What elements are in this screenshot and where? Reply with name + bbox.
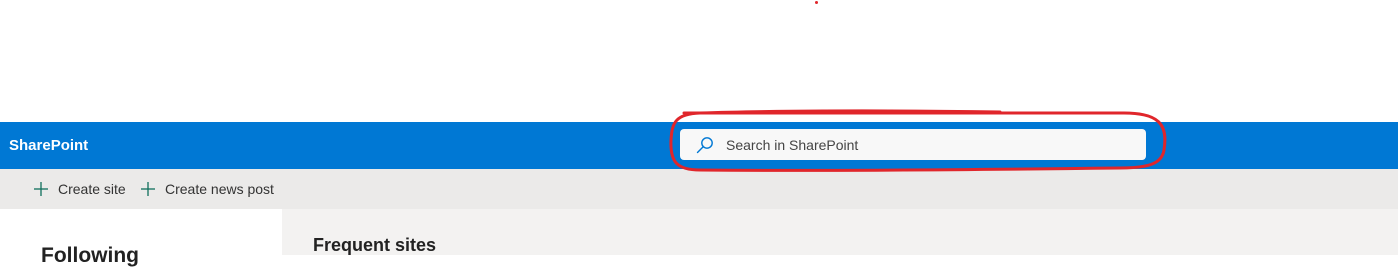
- search-icon: [696, 137, 713, 154]
- create-site-button[interactable]: Create site: [34, 169, 126, 209]
- app-name-link[interactable]: SharePoint: [9, 122, 88, 169]
- frequent-sites-heading: Frequent sites: [313, 235, 437, 255]
- suite-bar: SharePoint: [0, 122, 1398, 169]
- search-box[interactable]: [680, 129, 1146, 160]
- following-panel: Following: [0, 209, 282, 267]
- create-news-post-button[interactable]: Create news post: [141, 169, 274, 209]
- following-heading: Following: [41, 244, 139, 267]
- annotation-dot: [815, 1, 818, 4]
- plus-icon: [141, 182, 155, 196]
- content-area: Following Frequent sites: [0, 209, 1398, 267]
- command-bar: Create site Create news post: [0, 169, 1398, 209]
- plus-icon: [34, 182, 48, 196]
- create-news-post-label: Create news post: [165, 181, 274, 197]
- create-site-label: Create site: [58, 181, 126, 197]
- search-input[interactable]: [726, 129, 1126, 160]
